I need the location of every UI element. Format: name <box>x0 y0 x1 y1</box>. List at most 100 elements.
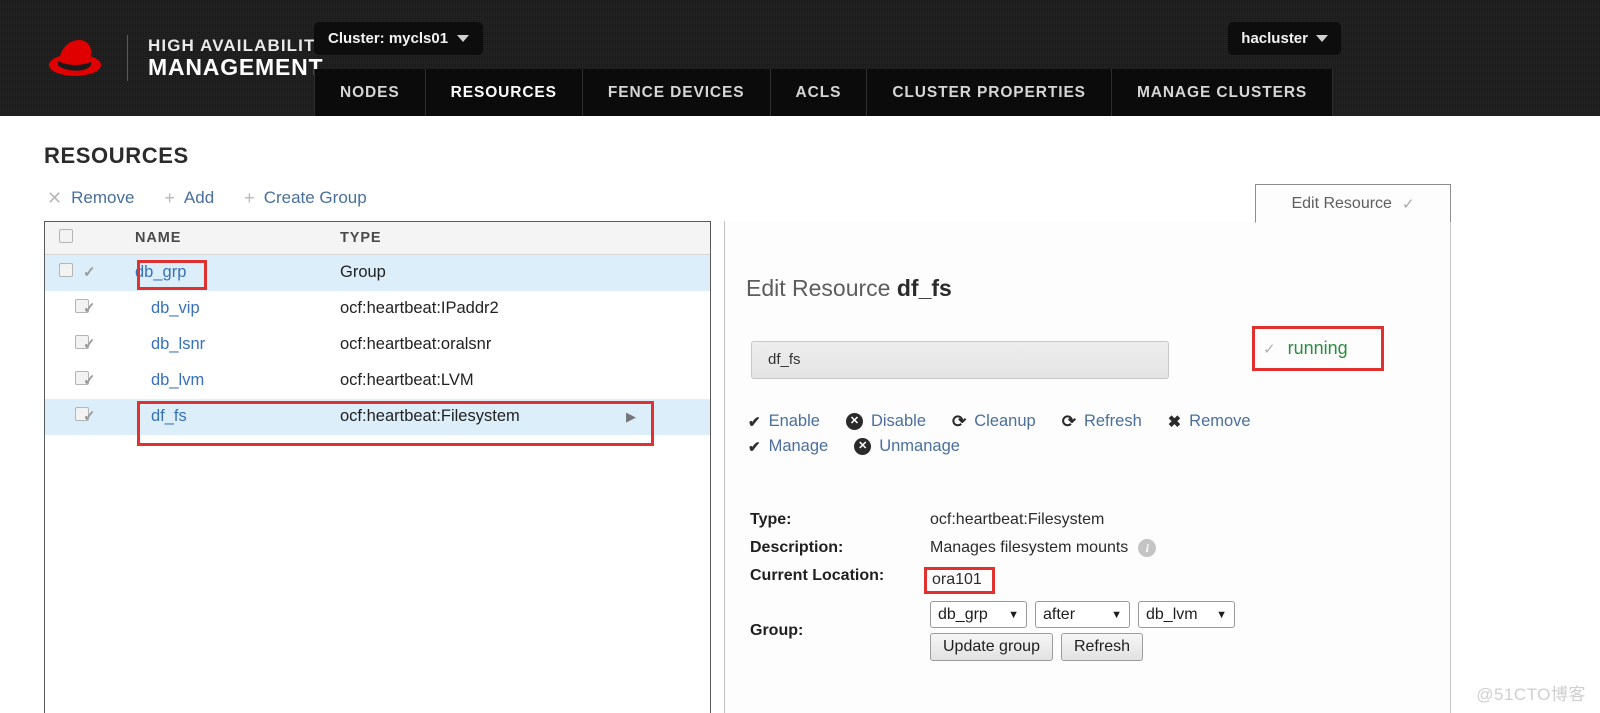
table-row[interactable]: ✓ db_vip ocf:heartbeat:IPaddr2 <box>45 290 710 327</box>
enable-button[interactable]: ✔ Enable <box>748 412 820 431</box>
app-masthead: HIGH AVAILABILITY MANAGEMENT Cluster: my… <box>0 0 1600 117</box>
type-header: TYPE <box>326 222 710 255</box>
resource-type-text: Group <box>340 263 386 281</box>
resource-name-link[interactable]: df_fs <box>121 407 187 425</box>
resource-type-text: ocf:heartbeat:Filesystem <box>340 407 520 425</box>
tab-edit-resource[interactable]: Edit Resource ✓ <box>1255 184 1451 223</box>
row-checkbox[interactable] <box>59 263 73 277</box>
remove-button[interactable]: ✖ Remove <box>1168 412 1251 432</box>
create-group-button[interactable]: + Create Group <box>244 188 367 208</box>
red-hat-logo-icon <box>45 34 107 82</box>
refresh-icon: ⟳ <box>952 411 967 431</box>
brand-line-2: MANAGEMENT <box>148 53 324 80</box>
resources-table: NAME TYPE ✓ db_grp Group ✓ db_vip ocf:he… <box>45 222 710 435</box>
status-badge-label: running <box>1287 338 1348 358</box>
close-icon: ✖ <box>1167 413 1182 431</box>
page-title: RESOURCES <box>44 143 189 168</box>
resource-details: Type: ocf:heartbeat:Filesystem Descripti… <box>750 511 1235 661</box>
main-navigation: NODES RESOURCES FENCE DEVICES ACLS CLUST… <box>314 69 1334 116</box>
chevron-down-icon <box>457 35 470 42</box>
nav-item-nodes[interactable]: NODES <box>314 69 426 116</box>
description-label: Description: <box>750 539 844 556</box>
resource-actions-row-1: ✔ Enable ✕ Disable ⟳ Cleanup ⟳ Refresh ✖… <box>748 409 1348 434</box>
unmanage-label: Unmanage <box>879 437 960 455</box>
expand-row-icon[interactable]: ▶ <box>626 409 636 425</box>
edit-resource-heading-prefix: Edit Resource <box>746 275 897 301</box>
user-menu-label: hacluster <box>1241 30 1308 47</box>
nav-item-cluster-properties[interactable]: CLUSTER PROPERTIES <box>867 69 1112 116</box>
user-menu[interactable]: hacluster <box>1228 22 1341 55</box>
nav-item-acls[interactable]: ACLS <box>771 69 868 116</box>
group-selects: db_grp ▼ after ▼ db_lvm ▼ <box>930 601 1235 628</box>
cluster-selector-label: Cluster: mycls01 <box>328 30 449 47</box>
page-body: RESOURCES ✕ Remove + Add + Create Group <box>0 116 1600 713</box>
check-icon: ✔ <box>748 438 761 456</box>
cleanup-button[interactable]: ⟳ Cleanup <box>952 412 1036 432</box>
chevron-down-icon: ▼ <box>1111 608 1122 621</box>
resource-actions-row-2: ✔ Manage ✕ Unmanage <box>748 434 1348 459</box>
refresh-label: Refresh <box>1083 412 1142 430</box>
resource-name-link[interactable]: db_vip <box>121 299 200 317</box>
row-checkbox-cell <box>45 254 83 291</box>
manage-button[interactable]: ✔ Manage <box>748 437 828 456</box>
group-controls: db_grp ▼ after ▼ db_lvm ▼ Update group R… <box>930 601 1235 661</box>
table-row[interactable]: ✓ db_lvm ocf:heartbeat:LVM <box>45 362 710 399</box>
check-icon: ✓ <box>83 372 96 389</box>
resource-name-input[interactable]: df_fs <box>751 341 1169 379</box>
row-status-cell: ✓ <box>83 254 121 291</box>
disable-button[interactable]: ✕ Disable <box>845 412 926 431</box>
group-buttons: Update group Refresh <box>930 633 1235 661</box>
cluster-selector[interactable]: Cluster: mycls01 <box>314 22 484 55</box>
check-icon: ✓ <box>83 300 96 317</box>
current-location-label: Current Location: <box>750 567 885 584</box>
resource-type-text: ocf:heartbeat:IPaddr2 <box>340 299 499 317</box>
row-checkbox-cell <box>45 362 89 399</box>
table-row[interactable]: ✓ df_fs ocf:heartbeat:Filesystem ▶ <box>45 398 710 435</box>
tab-edit-resource-label: Edit Resource <box>1291 194 1392 212</box>
description-value: Manages filesystem mounts <box>930 539 1129 556</box>
watermark: @51CTO博客 <box>1476 685 1586 704</box>
group-select[interactable]: db_grp ▼ <box>930 601 1027 628</box>
remove-resource-button[interactable]: ✕ Remove <box>47 188 134 208</box>
order-select[interactable]: after ▼ <box>1035 601 1130 628</box>
group-refresh-button[interactable]: Refresh <box>1060 633 1143 661</box>
unmanage-button[interactable]: ✕ Unmanage <box>854 437 960 456</box>
current-location-value-wrap: ora101 <box>924 567 995 594</box>
resources-toolbar: ✕ Remove + Add + Create Group <box>47 188 367 208</box>
row-name-cell: df_fs <box>121 398 326 435</box>
nav-item-fence-devices[interactable]: FENCE DEVICES <box>583 69 771 116</box>
table-row[interactable]: ✓ db_grp Group <box>45 254 710 291</box>
nav-item-resources[interactable]: RESOURCES <box>426 69 583 116</box>
resource-name-link[interactable]: db_lvm <box>121 371 204 389</box>
detail-row-type: Type: ocf:heartbeat:Filesystem <box>750 511 1235 539</box>
type-label: Type: <box>750 511 792 528</box>
target-select-value: db_lvm <box>1146 605 1198 623</box>
row-status-cell: ✓ <box>83 326 121 363</box>
name-header-label: NAME <box>135 230 182 246</box>
table-row[interactable]: ✓ db_lsnr ocf:heartbeat:oralsnr <box>45 326 710 363</box>
update-group-button[interactable]: Update group <box>930 633 1053 661</box>
check-icon: ✓ <box>83 336 96 353</box>
brand-logo-block: HIGH AVAILABILITY MANAGEMENT <box>45 26 328 90</box>
nav-item-manage-clusters[interactable]: MANAGE CLUSTERS <box>1112 69 1334 116</box>
table-header-row: NAME TYPE <box>45 222 710 255</box>
resource-type-text: ocf:heartbeat:oralsnr <box>340 335 492 353</box>
resource-name-link[interactable]: db_grp <box>121 263 186 281</box>
add-resource-button[interactable]: + Add <box>164 188 214 208</box>
brand-line-1: HIGH AVAILABILITY <box>148 35 328 55</box>
detail-row-description: Description: Manages filesystem mounts i <box>750 539 1235 567</box>
row-expand-cell <box>626 362 710 399</box>
remove-resource-label: Remove <box>71 188 135 207</box>
check-icon: ✓ <box>83 264 96 281</box>
resource-name-link[interactable]: db_lsnr <box>121 335 205 353</box>
select-all-checkbox[interactable] <box>59 229 73 243</box>
plus-icon: + <box>164 188 175 208</box>
brand-wordmark: HIGH AVAILABILITY MANAGEMENT <box>148 35 328 80</box>
refresh-button[interactable]: ⟳ Refresh <box>1062 412 1142 432</box>
target-select[interactable]: db_lvm ▼ <box>1138 601 1235 628</box>
row-name-cell: db_grp <box>121 254 326 291</box>
cleanup-label: Cleanup <box>974 412 1036 430</box>
row-type-cell: ocf:heartbeat:LVM <box>326 362 626 399</box>
info-icon[interactable]: i <box>1138 539 1157 557</box>
row-expand-cell <box>626 290 710 327</box>
